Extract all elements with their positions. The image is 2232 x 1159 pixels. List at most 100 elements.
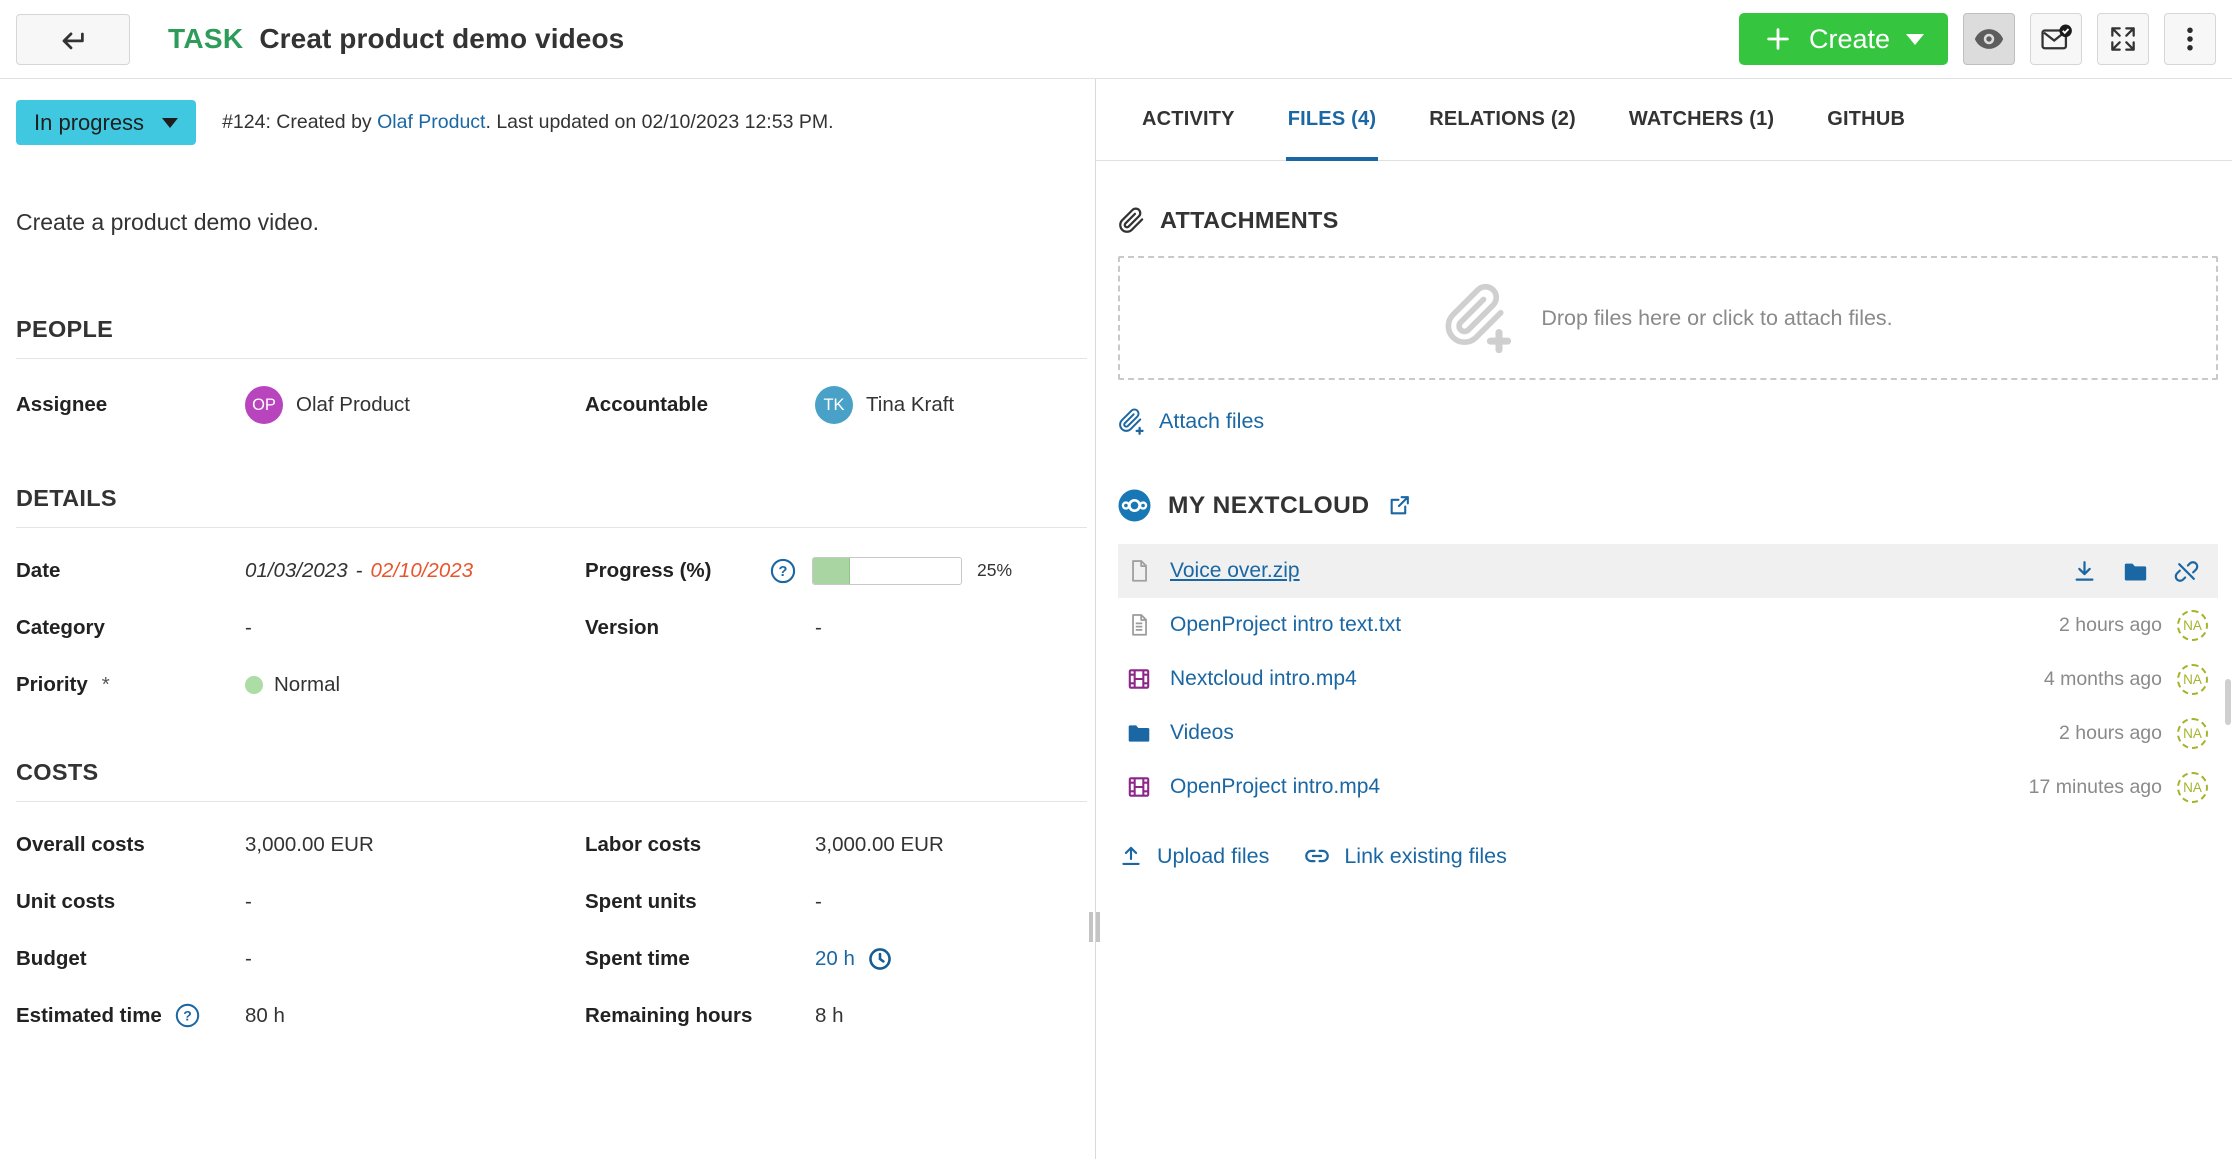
labor-costs-label: Labor costs [585, 832, 702, 856]
notification-settings-button[interactable] [2030, 13, 2082, 65]
clock-icon [867, 946, 893, 972]
assignee-label: Assignee [16, 393, 108, 416]
progress-bar[interactable] [812, 556, 962, 585]
expand-icon [2107, 23, 2139, 55]
file-name-link[interactable]: OpenProject intro.mp4 [1170, 775, 1380, 799]
scrollbar-thumb[interactable] [2225, 679, 2231, 725]
plus-icon [1763, 24, 1793, 54]
storage-actions: Upload files Link existing files [1118, 842, 2218, 870]
file-name-link[interactable]: OpenProject intro text.txt [1170, 613, 1401, 637]
estimated-time-label: Estimated time ? [16, 1002, 245, 1029]
author-link[interactable]: Olaf Product [377, 111, 485, 133]
status-label: In progress [34, 109, 145, 135]
spent-time-link[interactable]: 20 h [815, 946, 893, 972]
help-icon[interactable]: ? [174, 1002, 201, 1029]
progress-widget[interactable]: ? 25% [769, 556, 1012, 585]
estimated-time-value[interactable]: 80 h [245, 1004, 585, 1028]
version-value[interactable]: - [815, 616, 1087, 640]
details-section-title: DETAILS [16, 485, 1087, 528]
dropzone-text: Drop files here or click to attach files… [1541, 305, 1893, 330]
date-separator: - [355, 558, 363, 582]
costs-grid: Overall costs 3,000.00 EUR Labor costs 3… [16, 816, 1087, 1044]
file-time: 2 hours ago [2059, 613, 2162, 636]
spent-time-value: 20 h [815, 946, 1087, 972]
svg-text:?: ? [183, 1007, 192, 1023]
link-existing-files-link[interactable]: Link existing files [1303, 842, 1507, 870]
costs-row: Unit costs - Spent units - [16, 873, 1087, 930]
assignee-name: Olaf Product [296, 393, 410, 416]
tab-activity[interactable]: ACTIVITY [1140, 79, 1237, 160]
file-row-meta: 4 months ago NA [2044, 663, 2208, 695]
availability-badge: NA [2177, 717, 2208, 749]
more-menu-button[interactable] [2164, 13, 2216, 65]
toolbar-actions: Create [1738, 13, 2216, 65]
nextcloud-logo-icon [1118, 489, 1151, 522]
storage-header: MY NEXTCLOUD [1118, 489, 2218, 522]
people-section-title: PEOPLE [16, 316, 1087, 359]
file-row-meta: 17 minutes ago NA [2029, 771, 2208, 803]
file-list: Voice over.zip OpenProject intro text.tx… [1118, 544, 2218, 814]
video-file-icon [1126, 774, 1153, 800]
category-value[interactable]: - [245, 616, 585, 640]
labor-costs-value: 3,000.00 EUR [815, 832, 944, 856]
file-name-link[interactable]: Voice over.zip [1170, 559, 1300, 583]
description-text[interactable]: Create a product demo video. [16, 209, 1087, 236]
avatar[interactable]: OP [245, 386, 283, 424]
accountable-value[interactable]: TK Tina Kraft [815, 386, 1087, 424]
availability-badge: NA [2177, 609, 2208, 641]
details-row: Date 01/03/2023 - 02/10/2023 Progress (%… [16, 542, 1087, 599]
unit-costs-value: - [245, 889, 252, 913]
attach-files-link[interactable]: Attach files [1118, 408, 1264, 435]
download-icon[interactable] [2071, 558, 2098, 585]
help-icon[interactable]: ? [769, 557, 797, 585]
open-folder-icon[interactable] [2122, 558, 2149, 585]
link-icon [1303, 842, 1331, 870]
remaining-hours-label: Remaining hours [585, 1003, 753, 1027]
paperclip-icon [1118, 207, 1145, 234]
tab-files[interactable]: FILES (4) [1285, 79, 1379, 161]
spent-time-text: 20 h [815, 946, 855, 970]
fullscreen-button[interactable] [2097, 13, 2149, 65]
availability-badge: NA [2177, 771, 2208, 803]
folder-icon [1126, 720, 1153, 746]
file-row-meta: 2 hours ago NA [2059, 717, 2208, 749]
unlink-icon[interactable] [2173, 558, 2200, 585]
storage-title: MY NEXTCLOUD [1168, 491, 1370, 519]
priority-value[interactable]: Normal [245, 673, 585, 697]
upload-files-link[interactable]: Upload files [1118, 843, 1269, 869]
file-name-link[interactable]: Videos [1170, 721, 1234, 745]
file-name-link[interactable]: Nextcloud intro.mp4 [1170, 667, 1357, 691]
back-button[interactable] [16, 13, 130, 65]
tab-github[interactable]: GITHUB [1825, 79, 1907, 160]
envelope-check-icon [2039, 22, 2073, 56]
date-label: Date [16, 558, 61, 582]
text-file-icon [1126, 612, 1153, 638]
spent-time-label: Spent time [585, 946, 690, 970]
due-date: 02/10/2023 [370, 558, 474, 582]
watch-button[interactable] [1963, 13, 2015, 65]
details-row: Priority * Normal [16, 656, 1087, 713]
tab-relations[interactable]: RELATIONS (2) [1427, 79, 1578, 160]
budget-value[interactable]: - [245, 947, 585, 971]
file-row-meta: 2 hours ago NA [2059, 609, 2208, 641]
progress-value: ? 25% [770, 556, 1087, 585]
file-row: OpenProject intro text.txt 2 hours ago N… [1118, 598, 2218, 652]
meta-suffix: . Last updated on 02/10/2023 12:53 PM. [485, 111, 834, 133]
date-value[interactable]: 01/03/2023 - 02/10/2023 [245, 559, 585, 583]
assignee-value[interactable]: OP Olaf Product [245, 386, 585, 424]
file-time: 2 hours ago [2059, 721, 2162, 744]
create-button[interactable]: Create [1738, 13, 1948, 65]
file-dropzone[interactable]: Drop files here or click to attach files… [1118, 256, 2218, 380]
priority-label: Priority * [16, 673, 245, 697]
remaining-hours-value[interactable]: 8 h [815, 1004, 1087, 1028]
priority-text: Normal [274, 672, 341, 696]
attach-files-label: Attach files [1159, 409, 1265, 433]
external-link-icon[interactable] [1387, 493, 1412, 518]
tab-watchers[interactable]: WATCHERS (1) [1627, 79, 1776, 160]
avatar[interactable]: TK [815, 386, 853, 424]
status-dropdown[interactable]: In progress [16, 100, 197, 145]
priority-dot-icon [245, 675, 263, 694]
details-row: Category - Version - [16, 599, 1087, 656]
meta-prefix: #124: Created by [222, 111, 378, 133]
estimated-time-label-text: Estimated time [16, 1003, 162, 1027]
